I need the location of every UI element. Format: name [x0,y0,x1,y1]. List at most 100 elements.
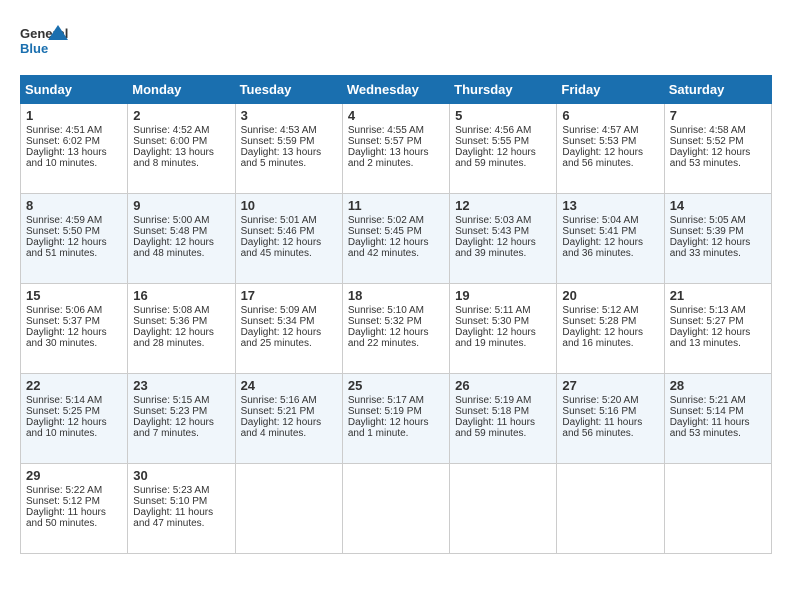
calendar-cell: 23Sunrise: 5:15 AMSunset: 5:23 PMDayligh… [128,374,235,464]
calendar-cell: 28Sunrise: 5:21 AMSunset: 5:14 PMDayligh… [664,374,771,464]
day-info: Sunrise: 5:15 AM [133,395,229,406]
day-number: 2 [133,108,229,123]
day-info: Daylight: 12 hours [670,147,766,158]
weekday-header: Monday [128,76,235,104]
day-number: 10 [241,198,337,213]
day-number: 5 [455,108,551,123]
day-info: Daylight: 12 hours [455,237,551,248]
day-info: and 39 minutes. [455,248,551,259]
day-info: Daylight: 12 hours [348,417,444,428]
day-info: Daylight: 11 hours [455,417,551,428]
calendar-cell: 14Sunrise: 5:05 AMSunset: 5:39 PMDayligh… [664,194,771,284]
day-info: Sunset: 5:48 PM [133,226,229,237]
day-info: and 42 minutes. [348,248,444,259]
day-number: 22 [26,378,122,393]
day-info: Sunrise: 5:20 AM [562,395,658,406]
day-info: Daylight: 12 hours [670,237,766,248]
calendar-cell: 22Sunrise: 5:14 AMSunset: 5:25 PMDayligh… [21,374,128,464]
day-info: Sunrise: 4:55 AM [348,125,444,136]
day-info: and 56 minutes. [562,158,658,169]
day-info: Daylight: 12 hours [670,327,766,338]
day-info: Daylight: 12 hours [26,417,122,428]
day-info: and 51 minutes. [26,248,122,259]
day-info: Sunrise: 5:22 AM [26,485,122,496]
day-info: Sunset: 5:14 PM [670,406,766,417]
calendar-cell [342,464,449,554]
day-info: Sunrise: 4:57 AM [562,125,658,136]
day-info: and 30 minutes. [26,338,122,349]
day-info: Sunset: 5:36 PM [133,316,229,327]
day-info: Sunset: 5:21 PM [241,406,337,417]
day-info: Sunset: 5:18 PM [455,406,551,417]
day-info: and 13 minutes. [670,338,766,349]
day-info: and 59 minutes. [455,158,551,169]
day-info: Sunset: 5:45 PM [348,226,444,237]
day-info: Sunset: 5:25 PM [26,406,122,417]
weekday-header: Thursday [450,76,557,104]
day-info: Sunset: 5:43 PM [455,226,551,237]
calendar-cell: 9Sunrise: 5:00 AMSunset: 5:48 PMDaylight… [128,194,235,284]
day-number: 8 [26,198,122,213]
day-info: Sunrise: 5:08 AM [133,305,229,316]
day-info: Sunset: 5:52 PM [670,136,766,147]
day-info: and 16 minutes. [562,338,658,349]
day-info: and 47 minutes. [133,518,229,529]
day-info: Sunset: 5:16 PM [562,406,658,417]
day-info: Sunrise: 5:13 AM [670,305,766,316]
day-number: 17 [241,288,337,303]
day-info: and 22 minutes. [348,338,444,349]
day-number: 25 [348,378,444,393]
day-info: and 5 minutes. [241,158,337,169]
day-info: Daylight: 12 hours [133,327,229,338]
day-number: 13 [562,198,658,213]
calendar-cell: 11Sunrise: 5:02 AMSunset: 5:45 PMDayligh… [342,194,449,284]
calendar-cell: 25Sunrise: 5:17 AMSunset: 5:19 PMDayligh… [342,374,449,464]
day-info: Sunset: 5:50 PM [26,226,122,237]
day-info: Sunrise: 5:10 AM [348,305,444,316]
day-info: Sunrise: 5:09 AM [241,305,337,316]
day-info: Daylight: 12 hours [241,237,337,248]
day-info: and 25 minutes. [241,338,337,349]
day-info: Daylight: 12 hours [26,327,122,338]
day-info: Sunrise: 4:51 AM [26,125,122,136]
weekday-header: Wednesday [342,76,449,104]
calendar-cell [450,464,557,554]
day-info: and 33 minutes. [670,248,766,259]
day-info: Sunrise: 4:52 AM [133,125,229,136]
day-info: and 10 minutes. [26,158,122,169]
weekday-header: Saturday [664,76,771,104]
day-info: Sunrise: 5:00 AM [133,215,229,226]
day-number: 11 [348,198,444,213]
day-info: Daylight: 12 hours [562,147,658,158]
day-info: Sunset: 5:41 PM [562,226,658,237]
day-number: 14 [670,198,766,213]
calendar-cell: 30Sunrise: 5:23 AMSunset: 5:10 PMDayligh… [128,464,235,554]
day-info: Daylight: 11 hours [670,417,766,428]
calendar-week-row: 22Sunrise: 5:14 AMSunset: 5:25 PMDayligh… [21,374,772,464]
day-info: Sunset: 6:00 PM [133,136,229,147]
day-info: Daylight: 13 hours [348,147,444,158]
day-info: Daylight: 12 hours [455,147,551,158]
day-info: and 8 minutes. [133,158,229,169]
logo: General Blue [20,20,70,65]
day-info: Sunset: 5:55 PM [455,136,551,147]
calendar-cell: 29Sunrise: 5:22 AMSunset: 5:12 PMDayligh… [21,464,128,554]
day-info: and 28 minutes. [133,338,229,349]
day-number: 4 [348,108,444,123]
calendar-cell: 26Sunrise: 5:19 AMSunset: 5:18 PMDayligh… [450,374,557,464]
calendar-cell: 1Sunrise: 4:51 AMSunset: 6:02 PMDaylight… [21,104,128,194]
day-number: 6 [562,108,658,123]
calendar-cell: 27Sunrise: 5:20 AMSunset: 5:16 PMDayligh… [557,374,664,464]
day-info: Sunrise: 5:17 AM [348,395,444,406]
day-info: Sunset: 5:39 PM [670,226,766,237]
day-number: 29 [26,468,122,483]
day-info: Sunrise: 4:58 AM [670,125,766,136]
calendar-cell: 19Sunrise: 5:11 AMSunset: 5:30 PMDayligh… [450,284,557,374]
day-info: Sunset: 5:59 PM [241,136,337,147]
calendar-cell: 12Sunrise: 5:03 AMSunset: 5:43 PMDayligh… [450,194,557,284]
day-number: 1 [26,108,122,123]
day-info: Sunset: 5:57 PM [348,136,444,147]
day-info: Sunrise: 4:56 AM [455,125,551,136]
calendar-cell: 18Sunrise: 5:10 AMSunset: 5:32 PMDayligh… [342,284,449,374]
day-info: Daylight: 12 hours [455,327,551,338]
